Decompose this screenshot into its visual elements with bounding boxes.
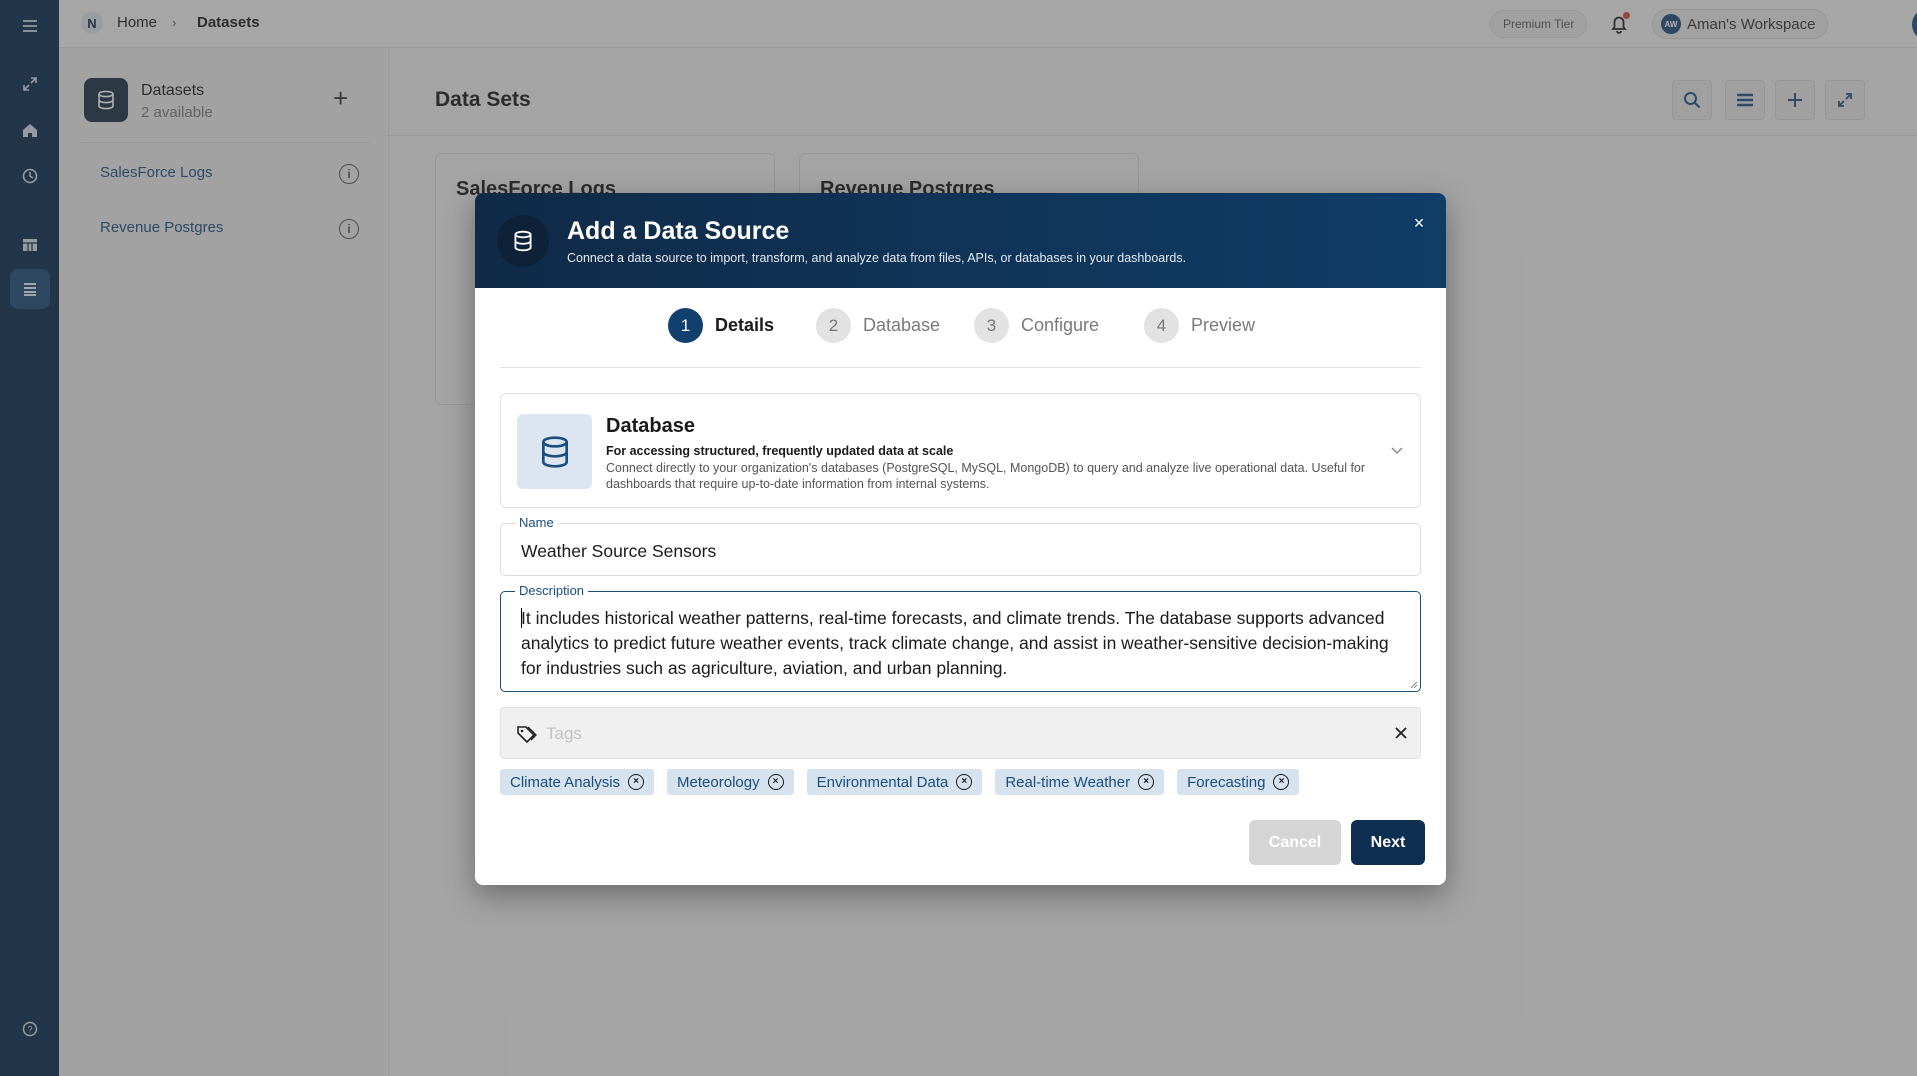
chevron-down-icon[interactable] bbox=[1389, 442, 1405, 458]
step-configure[interactable]: 3 Configure bbox=[974, 308, 1099, 343]
dialog-title: Add a Data Source bbox=[567, 217, 790, 245]
tag-label: Environmental Data bbox=[816, 773, 949, 791]
stepper-divider bbox=[500, 367, 1421, 368]
source-description: Connect directly to your organization's … bbox=[606, 461, 1366, 491]
step-details[interactable]: 1 Details bbox=[668, 308, 774, 343]
next-button[interactable]: Next bbox=[1351, 820, 1425, 865]
tag-chip[interactable]: Real-time Weather × bbox=[995, 769, 1165, 795]
add-data-source-dialog: Add a Data Source Connect a data source … bbox=[475, 193, 1446, 885]
remove-tag-icon[interactable]: × bbox=[767, 774, 784, 790]
remove-tag-icon[interactable]: × bbox=[1273, 774, 1290, 790]
remove-tag-icon[interactable]: × bbox=[1138, 774, 1155, 790]
database-icon bbox=[517, 414, 592, 489]
description-label: Description bbox=[515, 584, 589, 598]
resize-handle-icon[interactable] bbox=[1408, 679, 1418, 689]
remove-tag-icon[interactable]: × bbox=[956, 774, 973, 790]
tag-chip[interactable]: Climate Analysis × bbox=[500, 769, 655, 795]
tag-label: Climate Analysis bbox=[510, 773, 621, 791]
tag-chips: Climate Analysis × Meteorology × Environ… bbox=[500, 769, 1300, 795]
tag-icon bbox=[517, 726, 537, 744]
remove-tag-icon[interactable]: × bbox=[628, 774, 645, 790]
step-label: Database bbox=[863, 315, 941, 335]
source-subtitle: For accessing structured, frequently upd… bbox=[606, 444, 954, 458]
step-label: Configure bbox=[1021, 315, 1100, 335]
clear-tags-icon[interactable] bbox=[1391, 723, 1411, 743]
dialog-subtitle: Connect a data source to import, transfo… bbox=[567, 251, 1187, 265]
name-input[interactable]: Weather Source Sensors bbox=[521, 541, 716, 562]
tag-label: Forecasting bbox=[1187, 773, 1266, 791]
step-number: 2 bbox=[816, 308, 851, 343]
tag-chip[interactable]: Meteorology × bbox=[667, 769, 794, 795]
tags-placeholder: Tags bbox=[546, 724, 582, 743]
text-caret bbox=[521, 608, 522, 628]
step-label: Details bbox=[715, 315, 775, 335]
source-title: Database bbox=[606, 415, 695, 437]
source-type-selector[interactable]: Database For accessing structured, frequ… bbox=[500, 393, 1421, 508]
description-field[interactable]: Description It includes historical weath… bbox=[500, 584, 1421, 692]
description-textarea[interactable]: It includes historical weather patterns,… bbox=[521, 606, 1401, 681]
step-label: Preview bbox=[1191, 315, 1256, 335]
tags-input[interactable]: Tags bbox=[500, 707, 1421, 759]
step-number: 4 bbox=[1144, 308, 1179, 343]
tag-chip[interactable]: Forecasting × bbox=[1177, 769, 1300, 795]
name-label: Name bbox=[515, 516, 558, 530]
cancel-button[interactable]: Cancel bbox=[1249, 820, 1341, 865]
database-icon bbox=[497, 215, 549, 267]
tag-chip[interactable]: Environmental Data × bbox=[806, 769, 983, 795]
step-number: 1 bbox=[668, 308, 703, 343]
step-preview[interactable]: 4 Preview bbox=[1144, 308, 1255, 343]
stepper: 1 Details 2 Database 3 Configure 4 Previ… bbox=[475, 308, 1446, 348]
dialog-header: Add a Data Source Connect a data source … bbox=[475, 193, 1446, 288]
tag-label: Meteorology bbox=[677, 773, 760, 791]
step-number: 3 bbox=[974, 308, 1009, 343]
tag-label: Real-time Weather bbox=[1005, 773, 1131, 791]
close-icon[interactable]: × bbox=[1409, 213, 1429, 233]
name-field[interactable]: Name Weather Source Sensors bbox=[500, 516, 1421, 576]
step-database[interactable]: 2 Database bbox=[816, 308, 940, 343]
